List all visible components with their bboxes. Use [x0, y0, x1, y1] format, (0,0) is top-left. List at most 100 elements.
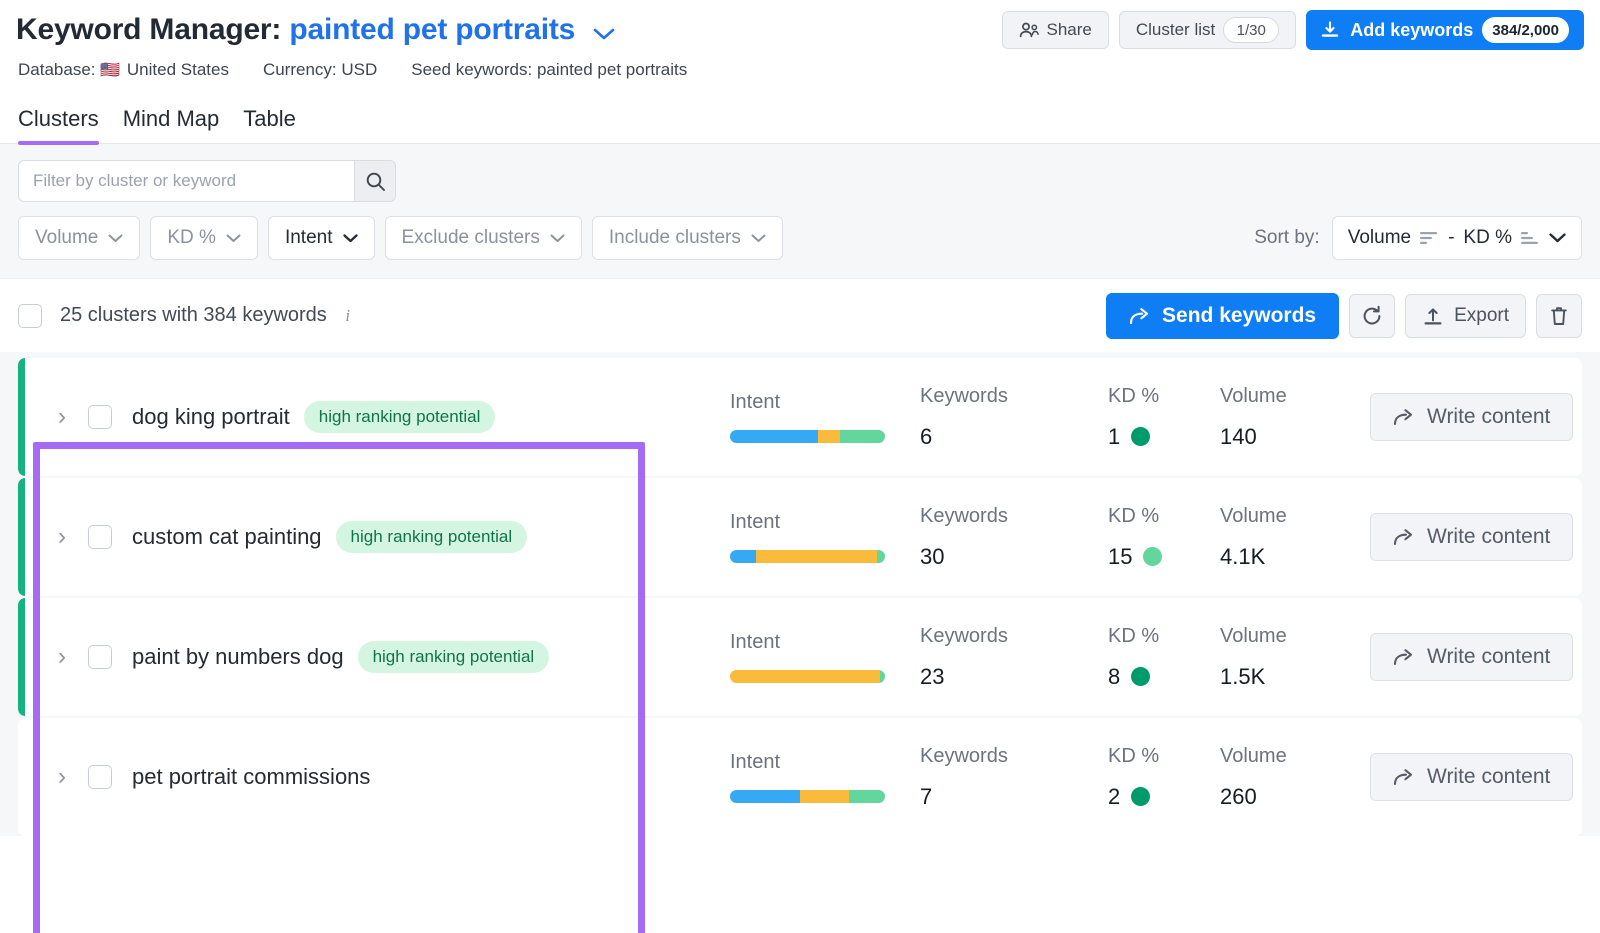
expand-cluster-icon[interactable]: › [58, 525, 88, 549]
cluster-checkbox[interactable] [88, 765, 112, 789]
kd-column-header: KD % [1108, 624, 1160, 647]
tab-mind-map[interactable]: Mind Map [123, 106, 220, 143]
page-header: Keyword Manager: painted pet portraits S… [0, 0, 1600, 80]
keyword-manager-page: Keyword Manager: painted pet portraits S… [0, 0, 1600, 933]
intent-segment-informational [730, 550, 757, 563]
write-content-button[interactable]: Write content [1370, 633, 1574, 681]
cluster-row[interactable]: › paint by numbers dog high ranking pote… [18, 598, 1582, 716]
intent-segment-commercial [756, 550, 878, 563]
intent-segment-transactional [877, 550, 885, 563]
kd-status-dot [1131, 427, 1151, 446]
sort-separator: - [1448, 227, 1455, 248]
search-input[interactable] [18, 160, 354, 202]
filter-include-clusters-label: Include clusters [608, 227, 741, 248]
volume-column-header: Volume [1220, 384, 1287, 407]
intent-bar[interactable] [730, 550, 885, 563]
kd-value: 1 [1108, 424, 1220, 450]
volume-value: 260 [1220, 783, 1257, 809]
cluster-checkbox[interactable] [88, 645, 112, 669]
sort-area: Sort by: Volume - KD % [1254, 216, 1582, 260]
info-icon[interactable]: i [339, 306, 357, 325]
kd-value: 15 [1108, 544, 1220, 570]
view-tabs: Clusters Mind Map Table [0, 80, 1600, 145]
search-icon [365, 171, 386, 192]
header-actions: Share Cluster list 1/30 Add keywords 384… [1001, 10, 1584, 50]
volume-column-header: Volume [1220, 504, 1287, 527]
delete-button[interactable] [1536, 293, 1582, 338]
kd-cell: KD % 15 [1108, 478, 1220, 596]
write-content-button[interactable]: Write content [1370, 753, 1574, 801]
write-content-label: Write content [1427, 525, 1551, 548]
chevron-down-icon [550, 234, 565, 243]
meta-row: Database: 🇺🇸 United States Currency: USD… [16, 56, 1584, 80]
cluster-row[interactable]: › custom cat painting high ranking poten… [18, 478, 1582, 596]
volume-column-header: Volume [1220, 624, 1287, 647]
add-keywords-button[interactable]: Add keywords 384/2,000 [1306, 10, 1584, 50]
page-title-keyword[interactable]: painted pet portraits [289, 13, 575, 46]
page-title-prefix: Keyword Manager: [16, 13, 282, 46]
database-label: Database: [18, 60, 96, 79]
volume-cell: Volume 1.5K [1220, 598, 1370, 716]
intent-bar[interactable] [730, 790, 885, 803]
expand-cluster-icon[interactable]: › [58, 645, 88, 669]
share-arrow-icon [1393, 528, 1415, 546]
database-meta: Database: 🇺🇸 United States [18, 60, 229, 80]
share-arrow-icon [1129, 307, 1151, 325]
write-content-button[interactable]: Write content [1370, 393, 1574, 441]
intent-segment-commercial [799, 790, 850, 803]
sort-by-select[interactable]: Volume - KD % [1331, 216, 1582, 260]
intent-column-header: Intent [730, 511, 781, 533]
chevron-down-icon [226, 234, 241, 243]
write-content-button[interactable]: Write content [1370, 513, 1574, 561]
add-keywords-count: 384/2,000 [1482, 17, 1569, 43]
search-button[interactable] [354, 160, 396, 202]
cluster-row-main: › pet portrait commissions [18, 718, 730, 836]
keywords-cell: Keywords 30 [920, 478, 1108, 596]
upload-icon [1422, 305, 1444, 327]
intent-column-header: Intent [730, 751, 781, 773]
cluster-checkbox[interactable] [88, 405, 112, 429]
intent-bar[interactable] [730, 430, 885, 443]
search-group [18, 160, 396, 202]
intent-bar[interactable] [730, 670, 885, 683]
cluster-row-main: › custom cat painting high ranking poten… [18, 478, 730, 596]
toolbar-actions: Send keywords Export [1106, 292, 1582, 339]
sort-by-label: Sort by: [1254, 227, 1320, 248]
filter-kd[interactable]: KD % [150, 216, 258, 260]
export-button[interactable]: Export [1405, 293, 1526, 338]
filter-kd-label: KD % [167, 227, 216, 248]
cluster-list-button[interactable]: Cluster list 1/30 [1118, 11, 1297, 49]
send-keywords-button[interactable]: Send keywords [1106, 292, 1340, 339]
keywords-value: 30 [920, 543, 945, 569]
intent-segment-informational [730, 430, 819, 443]
cluster-checkbox[interactable] [88, 525, 112, 549]
download-icon [1319, 19, 1341, 41]
intent-segment-informational [730, 790, 800, 803]
select-all-checkbox[interactable] [18, 303, 42, 328]
cluster-row[interactable]: › pet portrait commissions Intent Keywor… [18, 718, 1582, 836]
share-button[interactable]: Share [1001, 11, 1109, 49]
intent-segment-commercial [730, 670, 881, 683]
chevron-down-icon[interactable] [593, 28, 615, 41]
kd-cell: KD % 2 [1108, 718, 1220, 836]
trash-icon [1549, 305, 1569, 327]
kd-value: 2 [1108, 784, 1220, 810]
cluster-row[interactable]: › dog king portrait high ranking potenti… [18, 358, 1582, 476]
filter-volume[interactable]: Volume [18, 216, 141, 260]
keywords-column-header: Keywords [920, 624, 1008, 647]
refresh-button[interactable] [1349, 293, 1396, 338]
filter-exclude-clusters-label: Exclude clusters [401, 227, 540, 248]
intent-segment-transactional [840, 430, 885, 443]
filter-exclude-clusters[interactable]: Exclude clusters [384, 216, 582, 260]
filter-include-clusters[interactable]: Include clusters [591, 216, 783, 260]
tab-table[interactable]: Table [243, 106, 296, 143]
filter-intent-label: Intent [284, 227, 333, 248]
kd-status-dot [1143, 547, 1163, 566]
intent-segment-transactional [849, 790, 885, 803]
expand-cluster-icon[interactable]: › [58, 405, 88, 429]
filter-intent[interactable]: Intent [267, 216, 375, 260]
title-row: Keyword Manager: painted pet portraits S… [16, 0, 1584, 56]
share-label: Share [1046, 20, 1092, 39]
tab-clusters[interactable]: Clusters [18, 106, 99, 145]
expand-cluster-icon[interactable]: › [58, 765, 88, 789]
